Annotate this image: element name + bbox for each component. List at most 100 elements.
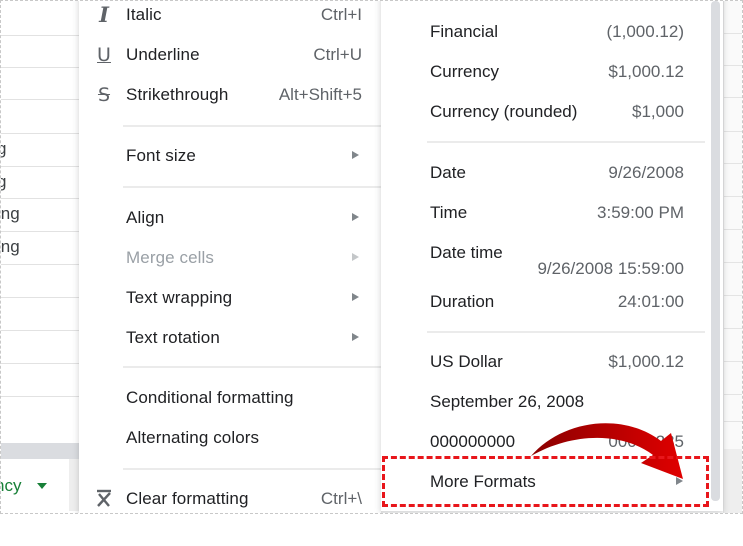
cell-text: ing (1, 204, 20, 223)
screenshot-frame: g g ing ing ncy I Itali (0, 0, 743, 514)
shortcut-label: Ctrl+U (313, 45, 362, 64)
submenu-arrow-icon (676, 477, 683, 485)
format-example: 9/26/2008 15:59:00 (537, 259, 684, 278)
menu-separator (123, 125, 381, 127)
number-format-time[interactable]: Time 3:59:00 PM (381, 195, 711, 231)
sheet-cell[interactable]: ing (1, 198, 79, 231)
number-format-date-time[interactable]: Date time 9/26/2008 15:59:00 (381, 235, 711, 279)
more-formats-menu-item[interactable]: More Formats (381, 464, 711, 500)
menu-item-merge-cells: Merge cells (79, 240, 381, 276)
format-label: Currency (430, 62, 499, 81)
shortcut-label: Ctrl+I (320, 5, 362, 24)
grid-line (724, 361, 742, 362)
menu-item-label: Clear formatting (126, 489, 249, 508)
number-format-duration[interactable]: Duration 24:01:00 (381, 284, 711, 320)
menu-item-label: Strikethrough (126, 85, 229, 104)
menu-item-strikethrough[interactable]: S Strikethrough Alt+Shift+5 (79, 77, 381, 113)
sheet-row (1, 297, 79, 330)
menu-item-text-wrapping[interactable]: Text wrapping (79, 280, 381, 316)
submenu-scrollbar[interactable] (711, 1, 720, 501)
submenu-arrow-icon (352, 293, 359, 301)
format-menu: I Italic Ctrl+I U Underline Ctrl+U S Str… (79, 1, 381, 513)
menu-item-label: Text wrapping (126, 288, 233, 307)
grid-line (724, 65, 742, 66)
format-label: Financial (430, 22, 499, 41)
sheet-cell[interactable]: ing (1, 231, 79, 264)
menu-item-alternating-colors[interactable]: Alternating colors (79, 420, 381, 456)
format-example: (1,000.12) (606, 22, 685, 41)
menu-separator (427, 141, 705, 143)
submenu-arrow-icon (352, 333, 359, 341)
submenu-arrow-icon (352, 151, 359, 159)
grid-line (724, 394, 742, 395)
grid-line (724, 262, 742, 263)
cell-text: g (1, 134, 6, 164)
grid-line (724, 295, 742, 296)
format-label: Date (430, 163, 466, 182)
menu-item-label: Conditional formatting (126, 388, 294, 407)
sheet-tab-scroll (69, 459, 79, 511)
cell-text: g (1, 167, 6, 197)
sheet-row (1, 99, 79, 132)
menu-item-clear-formatting[interactable]: Clear formatting Ctrl+\ (79, 481, 381, 513)
number-format-financial[interactable]: Financial (1,000.12) (381, 14, 711, 50)
number-format-date[interactable]: Date 9/26/2008 (381, 155, 711, 191)
spreadsheet-background-left: g g ing ing ncy (1, 1, 79, 513)
format-label: September 26, 2008 (430, 392, 585, 411)
format-label: 000000000 (430, 432, 516, 451)
grid-line (724, 328, 742, 329)
spreadsheet-background-right (723, 1, 742, 513)
format-label: More Formats (430, 472, 536, 491)
number-format-zero-padded[interactable]: 000000000 00001235 (381, 424, 711, 460)
menu-item-label: Text rotation (126, 328, 220, 347)
menu-item-align[interactable]: Align (79, 200, 381, 236)
number-format-currency-rounded[interactable]: Currency (rounded) $1,000 (381, 94, 711, 130)
sheet-cell[interactable]: g (1, 133, 79, 166)
format-label: US Dollar (430, 352, 503, 371)
menu-item-label: Underline (126, 45, 200, 64)
cell-text: ing (1, 237, 20, 256)
format-label: Duration (430, 292, 495, 311)
format-example: $1,000 (632, 102, 684, 121)
grid-line (724, 33, 742, 34)
number-format-us-dollar[interactable]: US Dollar $1,000.12 (381, 344, 711, 380)
menu-item-font-size[interactable]: Font size (79, 138, 381, 174)
menu-item-text-rotation[interactable]: Text rotation (79, 320, 381, 356)
number-format-long-date[interactable]: September 26, 2008 (381, 384, 711, 420)
grid-line (724, 229, 742, 230)
sheet-tab[interactable]: ncy (1, 459, 71, 511)
format-label: Date time (430, 243, 503, 262)
format-example: 3:59:00 PM (597, 203, 684, 222)
format-example: 00001235 (608, 432, 684, 451)
chevron-down-icon[interactable] (37, 483, 47, 489)
strikethrough-icon: S (97, 84, 111, 106)
sheet-row (1, 264, 79, 297)
menu-item-italic[interactable]: I Italic Ctrl+I (79, 1, 381, 33)
submenu-arrow-icon (352, 213, 359, 221)
menu-item-underline[interactable]: U Underline Ctrl+U (79, 37, 381, 73)
grid-line (724, 196, 742, 197)
grid-line (724, 421, 742, 422)
sheet-row (1, 35, 79, 68)
number-format-currency[interactable]: Currency $1,000.12 (381, 54, 711, 90)
menu-separator (123, 366, 381, 368)
number-format-submenu: Financial (1,000.12) Currency $1,000.12 … (381, 1, 723, 511)
format-label: Time (430, 203, 468, 222)
italic-icon: I (99, 2, 109, 27)
format-example: 24:01:00 (617, 292, 684, 311)
menu-item-label: Align (126, 208, 165, 227)
sheet-cell[interactable]: g (1, 166, 79, 199)
sheet-row (1, 67, 79, 100)
grid-line (724, 163, 742, 164)
menu-separator (123, 186, 381, 188)
format-label: Currency (rounded) (430, 102, 578, 121)
submenu-arrow-icon (352, 253, 359, 261)
scroll-area (724, 449, 742, 513)
grid-line (724, 131, 742, 132)
format-example: $1,000.12 (608, 352, 684, 371)
menu-item-conditional-formatting[interactable]: Conditional formatting (79, 380, 381, 416)
horizontal-scrollbar[interactable] (1, 443, 79, 459)
format-example: 9/26/2008 (608, 163, 684, 182)
menu-item-label: Font size (126, 146, 196, 165)
clear-formatting-icon (94, 488, 114, 510)
